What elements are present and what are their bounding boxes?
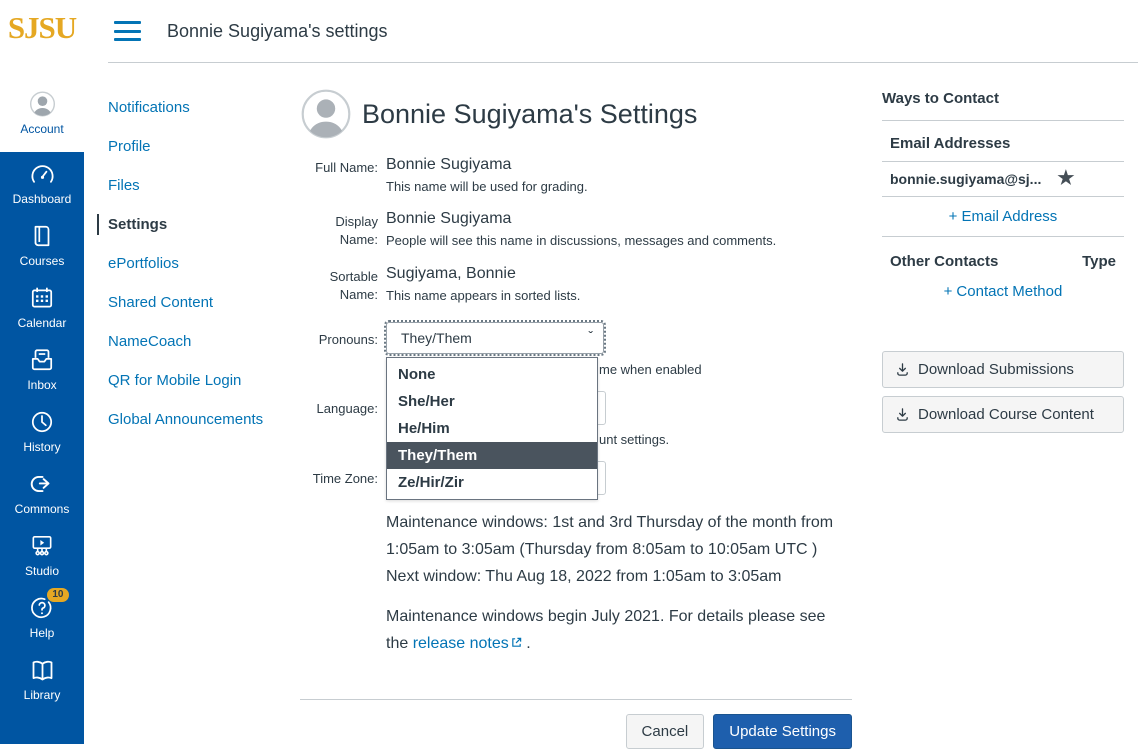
form-divider [300, 699, 852, 700]
display-name-row: Display Name: Bonnie Sugiyama People wil… [300, 210, 852, 249]
type-column-header: Type [1082, 253, 1116, 270]
hamburger-menu-icon[interactable] [114, 21, 141, 41]
plus-icon: + [949, 208, 958, 225]
display-name-value: Bonnie Sugiyama [386, 210, 852, 228]
sortable-name-help: This name appears in sorted lists. [386, 288, 852, 303]
profile-form: Full Name: Bonnie Sugiyama This name wil… [300, 156, 852, 749]
header-divider [108, 62, 1138, 63]
sidebar-item-inbox[interactable]: Inbox [0, 338, 84, 400]
download-icon [895, 362, 910, 377]
settings-nav-settings[interactable]: Settings [97, 214, 288, 235]
release-notes-link[interactable]: release notes [413, 635, 509, 652]
sjsu-logo[interactable]: SJSU [0, 0, 84, 56]
pronouns-row: Pronouns: They/Them ˇ me when enabled No… [300, 322, 852, 377]
sidebar-item-label: Calendar [18, 317, 67, 330]
full-name-row: Full Name: Bonnie Sugiyama This name wil… [300, 156, 852, 194]
help-badge: 10 [47, 588, 68, 602]
settings-nav-notifications[interactable]: Notifications [108, 97, 288, 118]
maintenance-line2: Next window: Thu Aug 18, 2022 from 1:05a… [386, 568, 782, 585]
global-nav: SJSU Account Dashboard [0, 0, 84, 744]
sidebar-item-label: Library [24, 689, 61, 702]
help-icon: 10 [29, 595, 56, 622]
settings-nav-shared-content[interactable]: Shared Content [108, 292, 288, 313]
sidebar-item-calendar[interactable]: Calendar [0, 276, 84, 338]
ways-to-contact-panel: Ways to Contact Email Addresses bonnie.s… [882, 90, 1124, 433]
history-icon [29, 409, 56, 436]
header-title: Bonnie Sugiyama's settings [167, 21, 388, 42]
settings-nav-files[interactable]: Files [108, 175, 288, 196]
download-course-content-button[interactable]: Download Course Content [882, 396, 1124, 433]
external-link-icon [511, 637, 522, 648]
sidebar-item-label: Commons [15, 503, 70, 516]
email-row: bonnie.sugiyama@sj... ★ [882, 162, 1124, 197]
download-submissions-button[interactable]: Download Submissions [882, 351, 1124, 388]
pronouns-label: Pronouns: [300, 322, 378, 377]
settings-nav-eportfolios[interactable]: ePortfolios [108, 253, 288, 274]
settings-nav-profile[interactable]: Profile [108, 136, 288, 157]
display-name-label: Display Name: [300, 210, 378, 249]
maintenance-line1: Maintenance windows: 1st and 3rd Thursda… [386, 514, 833, 558]
settings-nav: Notifications Profile Files Settings ePo… [108, 97, 288, 448]
sortable-name-row: Sortable Name: Sugiyama, Bonnie This nam… [300, 265, 852, 304]
studio-icon [29, 533, 56, 560]
global-nav-blue: Dashboard Courses [0, 152, 84, 744]
pronouns-option-she-her[interactable]: She/Her [387, 388, 597, 415]
settings-main: Bonnie Sugiyama's Settings Full Name: Bo… [300, 88, 852, 749]
dashboard-icon [29, 161, 56, 188]
pronouns-select[interactable]: They/Them ˇ [386, 322, 604, 354]
settings-nav-global-announcements[interactable]: Global Announcements [108, 409, 288, 430]
display-name-help: People will see this name in discussions… [386, 233, 852, 248]
sidebar-item-history[interactable]: History [0, 400, 84, 462]
sidebar-item-label: Studio [25, 565, 59, 578]
sidebar-item-label: Inbox [27, 379, 56, 392]
other-contacts-title: Other Contacts [890, 253, 998, 270]
commons-icon [29, 471, 56, 498]
sidebar-item-studio[interactable]: Studio [0, 524, 84, 586]
email-address: bonnie.sugiyama@sj... [890, 171, 1041, 187]
sidebar-item-commons[interactable]: Commons [0, 462, 84, 524]
profile-avatar[interactable] [300, 88, 352, 140]
sortable-name-value: Sugiyama, Bonnie [386, 265, 852, 283]
pronouns-dropdown: None She/Her He/Him They/Them Ze/Hir/Zir [386, 357, 598, 500]
sidebar-item-label: History [23, 441, 60, 454]
full-name-value: Bonnie Sugiyama [386, 156, 852, 174]
library-icon [29, 657, 56, 684]
maintenance-info: Maintenance windows: 1st and 3rd Thursda… [386, 509, 838, 657]
pronouns-option-they-them[interactable]: They/Them [387, 442, 597, 469]
courses-icon [29, 223, 56, 250]
sidebar-item-label: Dashboard [13, 193, 72, 206]
sidebar-item-library[interactable]: Library [0, 648, 84, 710]
time-zone-label: Time Zone: [300, 461, 378, 495]
pronouns-option-ze-hir-zir[interactable]: Ze/Hir/Zir [387, 469, 597, 496]
maintenance-para2-end: . [522, 635, 531, 652]
language-label: Language: [300, 391, 378, 447]
sidebar-item-account[interactable]: Account [0, 56, 84, 152]
sortable-name-label: Sortable Name: [300, 265, 378, 304]
sidebar-item-dashboard[interactable]: Dashboard [0, 152, 84, 214]
page-title: Bonnie Sugiyama's Settings [362, 99, 697, 130]
plus-icon: + [944, 283, 953, 300]
full-name-label: Full Name: [300, 156, 378, 194]
chevron-down-icon: ˇ [588, 328, 593, 344]
pronouns-option-none[interactable]: None [387, 361, 597, 388]
add-email-address-link[interactable]: +Email Address [882, 197, 1124, 237]
sidebar-item-help[interactable]: 10 Help [0, 586, 84, 648]
page-header: Bonnie Sugiyama's settings [84, 0, 1138, 62]
avatar-icon [29, 91, 56, 118]
calendar-icon [29, 285, 56, 312]
full-name-help: This name will be used for grading. [386, 179, 852, 194]
settings-nav-qr-mobile-login[interactable]: QR for Mobile Login [108, 370, 288, 391]
add-contact-method-link[interactable]: +Contact Method [882, 274, 1124, 309]
pronouns-option-he-him[interactable]: He/Him [387, 415, 597, 442]
sidebar-item-courses[interactable]: Courses [0, 214, 84, 276]
inbox-icon [29, 347, 56, 374]
email-addresses-title: Email Addresses [882, 121, 1124, 162]
sidebar-item-label: Help [30, 627, 55, 640]
ways-to-contact-title: Ways to Contact [882, 90, 1124, 121]
default-email-star-icon[interactable]: ★ [1057, 171, 1074, 187]
pronouns-selected-value: They/Them [401, 330, 472, 346]
download-icon [895, 407, 910, 422]
settings-nav-namecoach[interactable]: NameCoach [108, 331, 288, 352]
sidebar-item-label: Courses [20, 255, 65, 268]
